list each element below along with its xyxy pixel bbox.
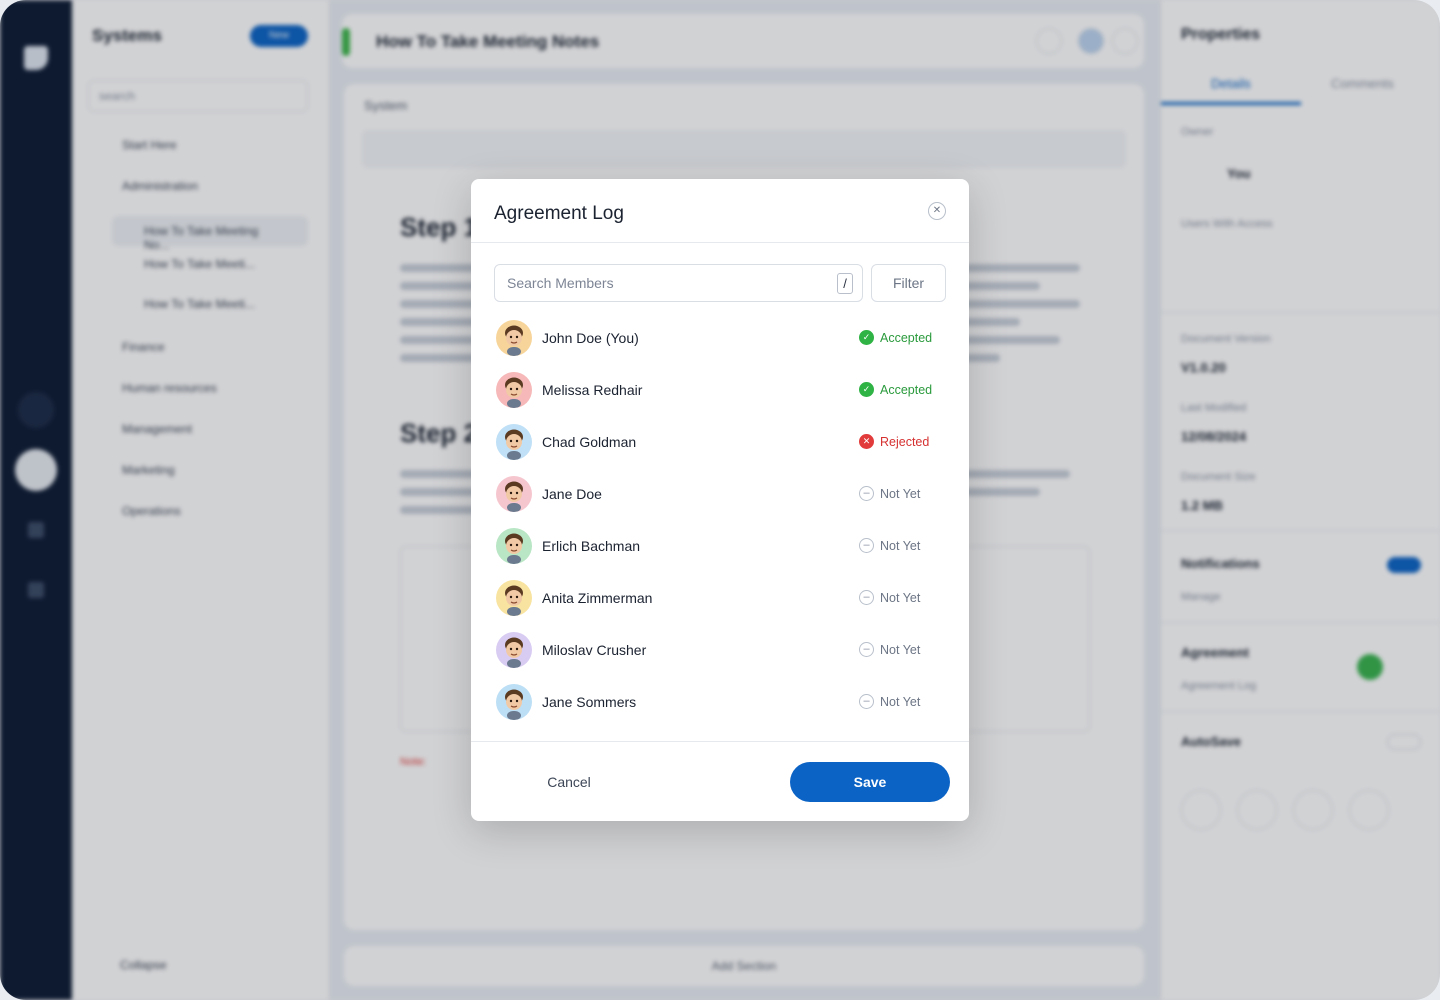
member-name: Anita Zimmerman: [542, 590, 653, 606]
status-text: Accepted: [880, 383, 933, 397]
member-name: Melissa Redhair: [542, 382, 643, 398]
avatar: [496, 632, 532, 668]
agreement-log-modal: Agreement Log ✕ / Filter John Doe (You) ✓…: [471, 179, 969, 821]
status-text: Not Yet: [880, 591, 921, 605]
avatar: [496, 320, 532, 356]
minus-icon: –: [859, 486, 874, 501]
member-row[interactable]: Erlich Bachman – Not Yet: [471, 521, 969, 573]
close-icon: ✕: [932, 205, 942, 216]
status-text: Not Yet: [880, 643, 921, 657]
member-row[interactable]: John Doe (You) ✓ Accepted: [471, 313, 969, 365]
avatar: [496, 684, 532, 720]
x-icon: ✕: [859, 434, 874, 449]
member-row[interactable]: Jane Doe – Not Yet: [471, 469, 969, 521]
check-icon: ✓: [859, 330, 874, 345]
modal-title: Agreement Log: [494, 203, 624, 224]
avatar: [496, 528, 532, 564]
search-members-field[interactable]: /: [494, 264, 863, 302]
member-name: Miloslav Crusher: [542, 642, 647, 658]
member-row[interactable]: Melissa Redhair ✓ Accepted: [471, 365, 969, 417]
filter-button[interactable]: Filter: [871, 264, 946, 302]
minus-icon: –: [859, 590, 874, 605]
member-row[interactable]: Anita Zimmerman – Not Yet: [471, 573, 969, 625]
modal-header: Agreement Log ✕: [471, 179, 969, 243]
minus-icon: –: [859, 538, 874, 553]
avatar: [496, 372, 532, 408]
member-name: Chad Goldman: [542, 434, 637, 450]
member-row[interactable]: Chad Goldman ✕ Rejected: [471, 417, 969, 469]
avatar: [496, 476, 532, 512]
avatar: [496, 424, 532, 460]
cancel-button[interactable]: Cancel: [519, 762, 619, 802]
close-button[interactable]: ✕: [928, 202, 946, 220]
member-name: Erlich Bachman: [542, 538, 641, 554]
status-text: Rejected: [880, 435, 930, 449]
status-text: Not Yet: [880, 487, 921, 501]
save-button[interactable]: Save: [790, 762, 950, 802]
member-name: Jane Sommers: [542, 694, 637, 710]
avatar: [496, 580, 532, 616]
check-icon: ✓: [859, 382, 874, 397]
status-text: Not Yet: [880, 695, 921, 709]
app-window: Systems New search Start Here Administra…: [0, 0, 1440, 1000]
member-name: John Doe (You): [542, 330, 639, 346]
minus-icon: –: [859, 694, 874, 709]
modal-footer: Cancel Save: [471, 741, 969, 821]
member-row[interactable]: Miloslav Crusher – Not Yet: [471, 625, 969, 677]
shortcut-key-badge: /: [837, 273, 853, 294]
search-members-input[interactable]: [495, 265, 825, 301]
member-name: Jane Doe: [542, 486, 602, 502]
status-text: Accepted: [880, 331, 933, 345]
status-text: Not Yet: [880, 539, 921, 553]
minus-icon: –: [859, 642, 874, 657]
member-row[interactable]: Jane Sommers – Not Yet: [471, 677, 969, 729]
